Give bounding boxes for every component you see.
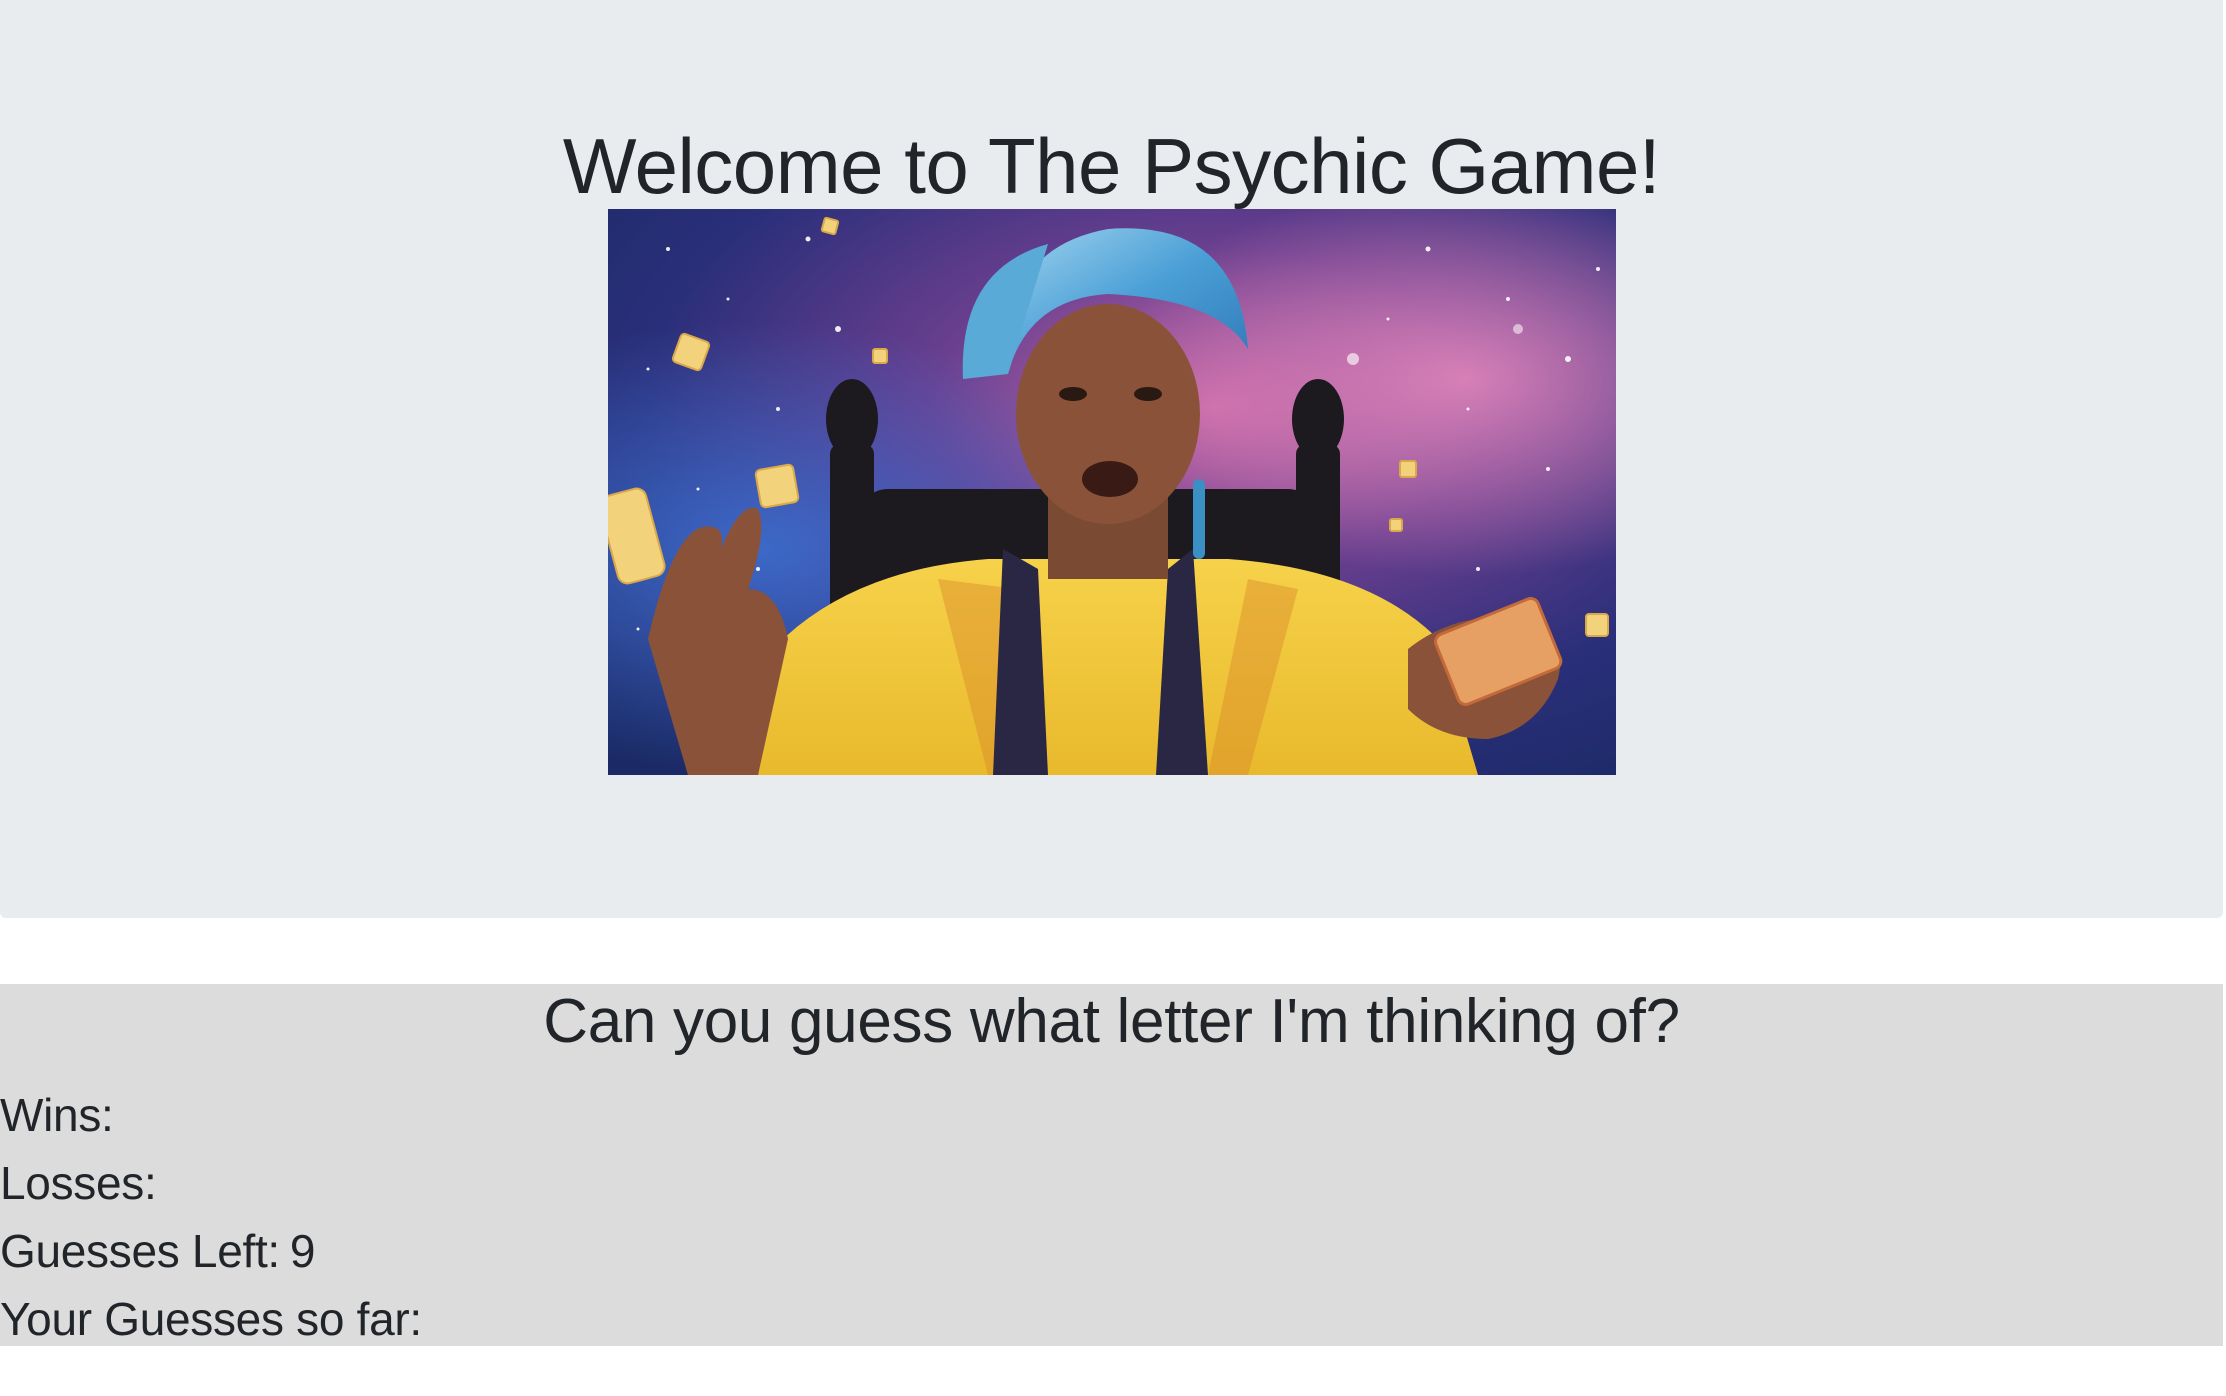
game-question: Can you guess what letter I'm thinking o…	[543, 987, 1680, 1056]
guesses-left-stat: Guesses Left: 9	[0, 1223, 316, 1279]
page-title: Welcome to The Psychic Game!	[562, 122, 1661, 210]
jumbotron: Welcome to The Psychic Game!	[0, 0, 2223, 918]
guesses-left-label: Guesses Left:	[0, 1225, 280, 1277]
losses-label: Losses:	[0, 1157, 157, 1209]
losses-stat: Losses:	[0, 1155, 166, 1211]
wins-stat: Wins:	[0, 1087, 124, 1143]
guesses-left-value: 9	[289, 1225, 316, 1277]
wins-label: Wins:	[0, 1089, 114, 1141]
guesses-so-far-label: Your Guesses so far:	[0, 1293, 422, 1345]
guesses-so-far-stat: Your Guesses so far:	[0, 1291, 432, 1347]
psychic-woman-image	[608, 209, 1616, 775]
game-panel: Can you guess what letter I'm thinking o…	[0, 984, 2223, 1346]
